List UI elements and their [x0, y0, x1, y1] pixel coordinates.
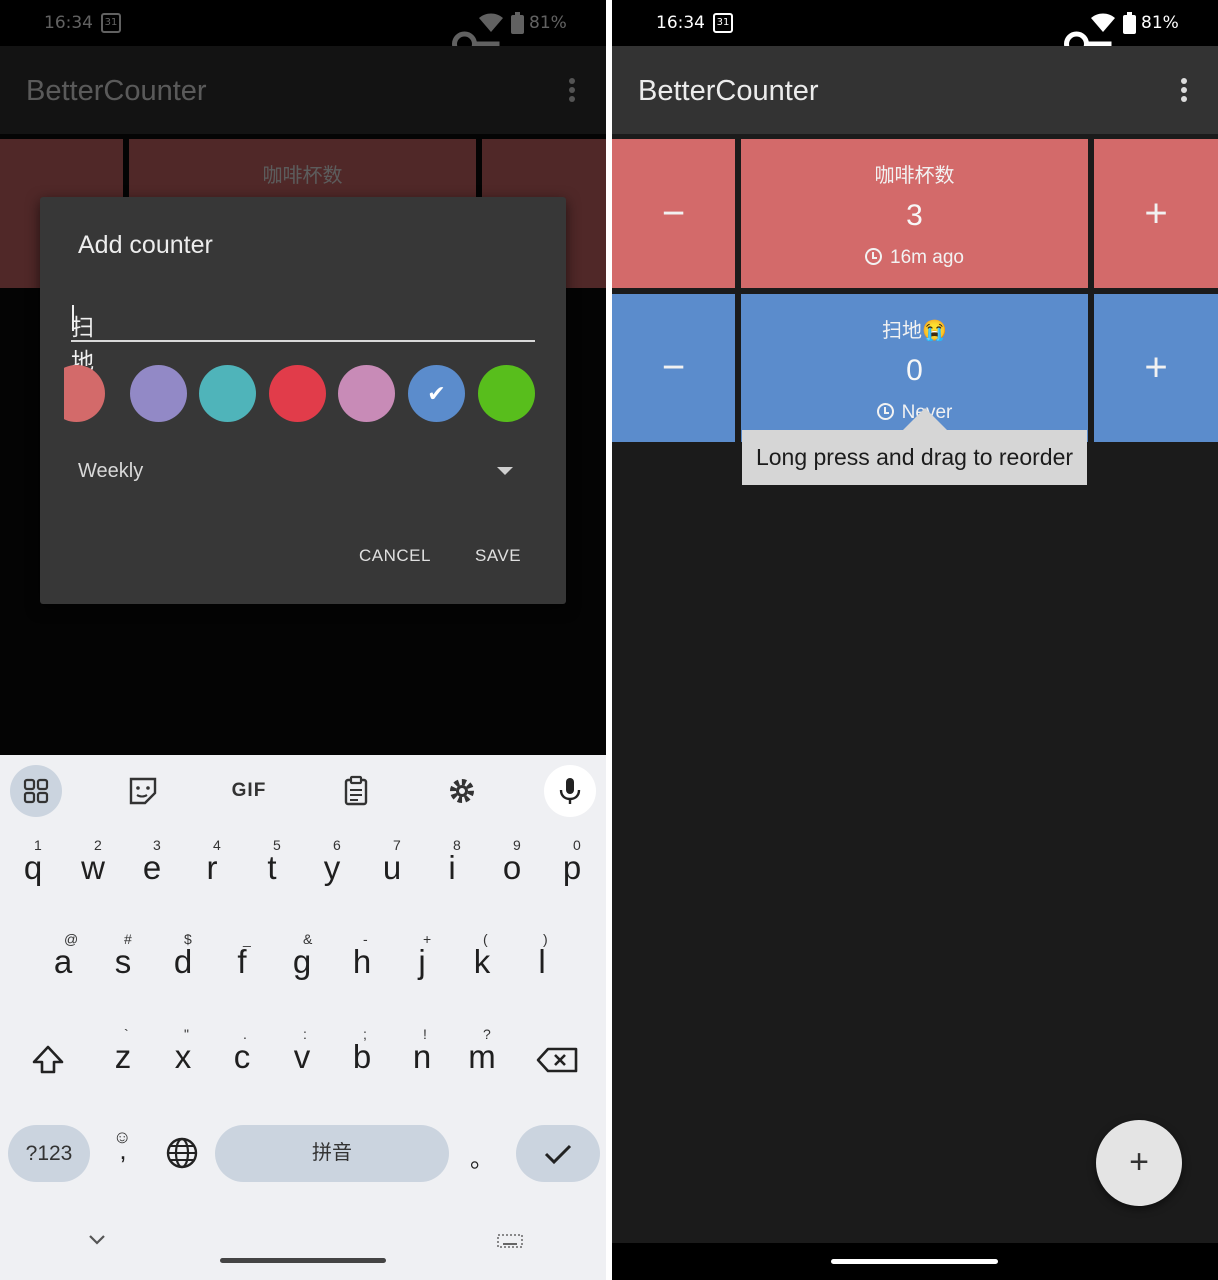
- cancel-button[interactable]: CANCEL: [359, 546, 431, 566]
- key-p[interactable]: 0p: [547, 837, 597, 897]
- right-screen: 16:34 31 81% BetterCounter − 咖啡杯数 3 16m …: [612, 0, 1218, 1280]
- globe-icon[interactable]: [157, 1125, 207, 1185]
- color-swatch-4[interactable]: [269, 365, 326, 422]
- key-w[interactable]: 2w: [68, 837, 118, 897]
- key-h[interactable]: -h: [337, 931, 387, 991]
- reorder-tooltip: Long press and drag to reorder: [742, 408, 1087, 485]
- interval-select[interactable]: Weekly: [78, 460, 143, 483]
- counter-1-last: 16m ago: [741, 247, 1088, 269]
- counter-2-increment[interactable]: +: [1094, 294, 1218, 442]
- soft-keyboard: GIF 1q 2w 3e 4r 5t 6y 7u 8i 9o 0p @ a # s …: [0, 755, 606, 1280]
- counter-2-decrement[interactable]: −: [612, 294, 735, 442]
- add-counter-fab[interactable]: +: [1096, 1120, 1182, 1206]
- key-y[interactable]: 6y: [307, 837, 357, 897]
- counter-1-card[interactable]: 咖啡杯数 3 16m ago: [741, 139, 1088, 288]
- key-e[interactable]: 3e: [127, 837, 177, 897]
- color-swatch-7[interactable]: [478, 365, 535, 422]
- key-b[interactable]: ; b: [337, 1026, 387, 1086]
- enter-key[interactable]: [516, 1125, 600, 1182]
- save-button[interactable]: SAVE: [475, 546, 521, 566]
- calendar-icon: 31: [713, 13, 733, 33]
- key-l[interactable]: ) l: [517, 931, 567, 991]
- counter-name-value: 扫地😭: [71, 305, 100, 402]
- microphone-icon[interactable]: [544, 765, 596, 817]
- dialog-title: Add counter: [78, 231, 213, 259]
- key-m[interactable]: ? m: [457, 1026, 507, 1086]
- key-g[interactable]: & g: [277, 931, 327, 991]
- key-o[interactable]: 9o: [487, 837, 537, 897]
- key-r[interactable]: 4r: [187, 837, 237, 897]
- backspace-icon[interactable]: [530, 1027, 586, 1087]
- key-t[interactable]: 5t: [247, 837, 297, 897]
- clock-icon: [865, 248, 883, 265]
- counter-2-name: 扫地😭: [882, 320, 947, 342]
- key-c[interactable]: .c: [217, 1026, 267, 1086]
- keyboard-switch-icon[interactable]: [485, 1220, 535, 1280]
- color-swatch-1[interactable]: [64, 365, 105, 422]
- counter-2-count: 0: [906, 354, 923, 387]
- hide-keyboard-icon[interactable]: [72, 1220, 122, 1280]
- add-counter-dialog: Add counter 扫地😭 ✔ Weekly CANCEL SAVE: [40, 197, 566, 604]
- clipboard-icon[interactable]: [330, 765, 382, 817]
- settings-gear-icon[interactable]: [436, 765, 488, 817]
- counter-name-input[interactable]: 扫地😭: [71, 302, 535, 402]
- wifi-icon: [1091, 13, 1115, 32]
- color-swatch-6-selected[interactable]: ✔: [408, 365, 465, 422]
- color-swatch-3[interactable]: [199, 365, 256, 422]
- space-key[interactable]: 拼音: [215, 1125, 449, 1182]
- key-x[interactable]: " x: [158, 1026, 208, 1086]
- key-k[interactable]: (k: [457, 931, 507, 991]
- key-a[interactable]: @ a: [38, 931, 88, 991]
- check-icon: ✔: [427, 381, 446, 406]
- counter-1-count: 3: [906, 199, 923, 232]
- key-i[interactable]: 8i: [427, 837, 477, 897]
- comma-key[interactable]: ☺ ,: [98, 1125, 148, 1185]
- sticker-icon[interactable]: [117, 765, 169, 817]
- check-enter-icon: [544, 1144, 572, 1165]
- status-time: 16:34: [656, 13, 705, 33]
- battery-icon: [1123, 12, 1136, 34]
- battery-percent: 81%: [1141, 13, 1179, 33]
- key-j[interactable]: + j: [397, 931, 447, 991]
- color-swatch-2[interactable]: [130, 365, 187, 422]
- key-v[interactable]: :v: [277, 1026, 327, 1086]
- gesture-nav-bar[interactable]: [612, 1243, 1218, 1280]
- color-swatch-5[interactable]: [338, 365, 395, 422]
- app-bar: BetterCounter: [612, 46, 1218, 134]
- key-q[interactable]: 1q: [8, 837, 58, 897]
- gif-button[interactable]: GIF: [223, 765, 275, 817]
- key-s[interactable]: # s: [98, 931, 148, 991]
- key-f[interactable]: _ f: [217, 931, 267, 991]
- symbols-key[interactable]: ?123: [8, 1125, 90, 1182]
- key-d[interactable]: $ d: [158, 931, 208, 991]
- key-u[interactable]: 7u: [367, 837, 417, 897]
- more-options-icon[interactable]: [1178, 78, 1190, 106]
- gesture-nav-bar[interactable]: [220, 1258, 386, 1263]
- left-screen: 16:34 31 81% BetterCounter − 咖啡杯数 + Add …: [0, 0, 606, 1280]
- status-bar: 16:34 31 81%: [612, 0, 1218, 57]
- keyboard-apps-icon[interactable]: [10, 765, 62, 817]
- period-key[interactable]: 。: [457, 1125, 507, 1185]
- dropdown-arrow-icon[interactable]: [497, 467, 513, 475]
- clock-icon: [876, 403, 894, 420]
- key-n[interactable]: ! n: [397, 1026, 447, 1086]
- shift-key-icon[interactable]: [20, 1027, 76, 1087]
- app-title: BetterCounter: [638, 75, 819, 107]
- key-z[interactable]: ` z: [98, 1026, 148, 1086]
- color-picker: ✔: [64, 364, 540, 424]
- counter-1-decrement[interactable]: −: [612, 139, 735, 288]
- counter-1-increment[interactable]: +: [1094, 139, 1218, 288]
- counter-1-name: 咖啡杯数: [874, 165, 955, 187]
